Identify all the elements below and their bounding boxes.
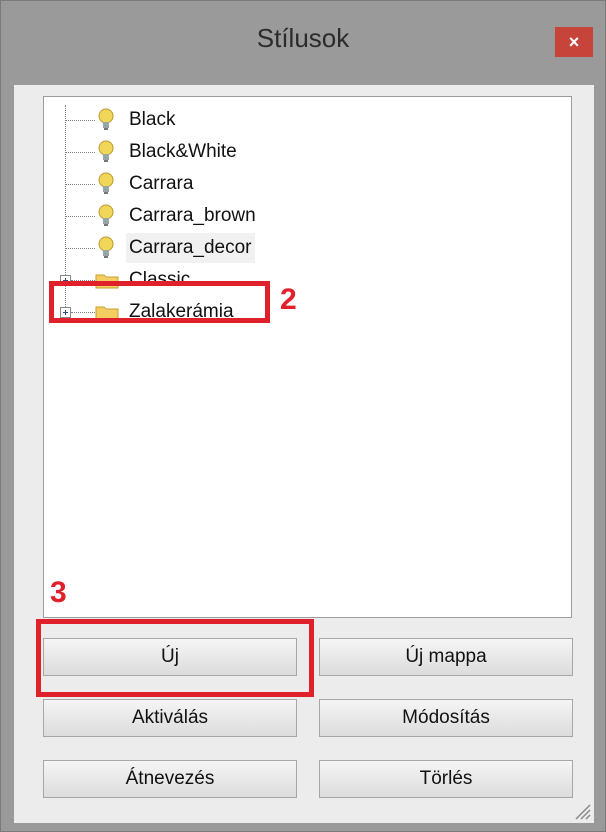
tree-item-black-white[interactable]: Black&White bbox=[44, 137, 304, 167]
tree-item-label: Black&White bbox=[129, 141, 237, 162]
bulb-icon bbox=[98, 140, 114, 162]
bulb-icon bbox=[98, 204, 114, 226]
modify-button[interactable]: Módosítás bbox=[319, 699, 573, 737]
activate-button[interactable]: Aktiválás bbox=[43, 699, 297, 737]
rename-button[interactable]: Átnevezés bbox=[43, 760, 297, 798]
tree-item-label: Carrara bbox=[129, 173, 194, 194]
tree-item-carrara[interactable]: Carrara bbox=[44, 169, 304, 199]
highlight-box-zalakeramia bbox=[49, 281, 270, 323]
bulb-icon bbox=[98, 172, 114, 194]
annotation-step-3: 3 bbox=[50, 576, 67, 609]
window-title: Stílusok bbox=[256, 23, 350, 53]
annotation-step-2: 2 bbox=[280, 283, 297, 316]
styles-tree[interactable]: Black Black&White Carrara Carrara_brown … bbox=[43, 96, 572, 618]
delete-button[interactable]: Törlés bbox=[319, 760, 573, 798]
new-folder-button[interactable]: Új mappa bbox=[319, 638, 573, 676]
bulb-icon bbox=[98, 236, 114, 258]
tree-item-label: Carrara_decor bbox=[126, 233, 255, 263]
tree-item-carrara-brown[interactable]: Carrara_brown bbox=[44, 201, 304, 231]
tree-item-label: Black bbox=[129, 109, 176, 130]
resize-grip-icon[interactable] bbox=[573, 802, 591, 820]
title-bar[interactable]: Stílusok × bbox=[1, 1, 605, 85]
dialog-body: Black Black&White Carrara Carrara_brown … bbox=[14, 85, 594, 823]
highlight-box-new-button bbox=[36, 619, 314, 697]
styles-dialog: Stílusok × Black Black&White Carrara Car… bbox=[0, 0, 606, 832]
tree-item-black[interactable]: Black bbox=[44, 105, 304, 135]
close-button[interactable]: × bbox=[555, 27, 593, 57]
tree-item-carrara-decor[interactable]: Carrara_decor bbox=[44, 233, 304, 263]
bulb-icon bbox=[98, 108, 114, 130]
tree-item-label: Carrara_brown bbox=[129, 205, 256, 226]
